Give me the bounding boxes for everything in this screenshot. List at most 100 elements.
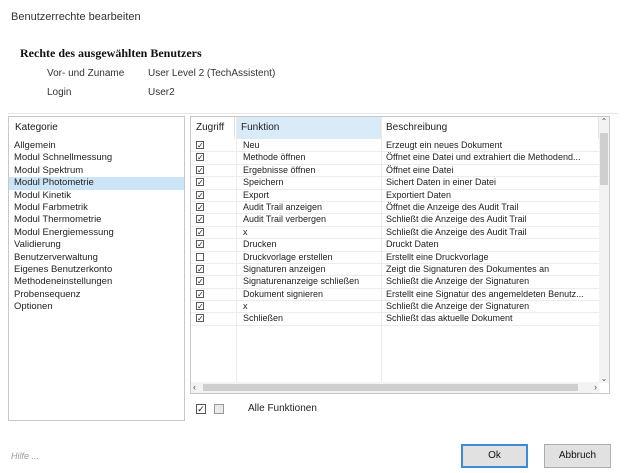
function-cell: Methode öffnen: [243, 152, 306, 163]
description-cell: Schließt die Anzeige des Audit Trail: [386, 214, 527, 225]
access-checkbox[interactable]: ✓: [196, 190, 204, 199]
category-item[interactable]: Eigenes Benutzerkonto: [9, 264, 184, 276]
table-row[interactable]: ✓ Methode öffnen Öffnet eine Datei und ext…: [191, 152, 599, 165]
description-cell: Exportiert Daten: [386, 189, 452, 200]
description-cell: Schließt die Anzeige des Audit Trail: [386, 226, 527, 237]
category-item[interactable]: Validierung: [9, 239, 184, 251]
function-cell: Schließen: [243, 313, 284, 324]
category-item[interactable]: Benutzerverwaltung: [9, 252, 184, 264]
function-cell: Druckvorlage erstellen: [243, 251, 333, 262]
category-list[interactable]: Kategorie Allgemein Modul Schnellmessung M…: [8, 116, 185, 421]
description-cell: Schließt die Anzeige der Signaturen: [386, 276, 530, 287]
table-row[interactable]: ✓ Dokument signieren Erstellt eine Signatu…: [191, 288, 599, 302]
function-cell: x: [243, 301, 248, 312]
category-item[interactable]: Modul Spektrum: [9, 165, 184, 177]
scroll-right-icon[interactable]: ›: [594, 382, 597, 393]
table-row[interactable]: ✓ Neu Erzeugt ein neues Dokument: [191, 140, 599, 153]
function-cell: Signaturen anzeigen: [243, 263, 326, 274]
vertical-scroll-thumb[interactable]: [600, 133, 608, 185]
help-link[interactable]: Hilfe ...: [11, 451, 39, 461]
table-row[interactable]: ✓ Speichern Sichert Daten in einer Datei: [191, 177, 599, 190]
scroll-left-icon[interactable]: ‹: [193, 382, 196, 393]
permissions-grid[interactable]: Zugriff Funktion Beschreibung ✓ Neu Erzeug…: [190, 116, 610, 394]
function-cell: Speichern: [243, 177, 284, 188]
table-row[interactable]: ✓ Ergebnisse öffnen Öffnet eine Datei: [191, 164, 599, 178]
all-functions-checkbox[interactable]: ✓: [196, 404, 206, 414]
category-item[interactable]: Modul Kinetik: [9, 190, 184, 202]
description-cell: Erstellt eine Signatur des angemeldeten …: [386, 288, 584, 299]
description-cell: Öffnet eine Datei und extrahiert die Met…: [386, 152, 581, 163]
table-row[interactable]: ✓ Signaturenanzeige schließen Schließt die…: [191, 276, 599, 289]
function-cell: Drucken: [243, 239, 277, 250]
table-row[interactable]: ✓ Export Exportiert Daten: [191, 190, 599, 202]
scroll-up-icon[interactable]: ⌃: [599, 117, 609, 126]
category-item[interactable]: Optionen: [9, 301, 184, 313]
table-row[interactable]: ✓ Schließen Schließt das aktuelle Dokument: [191, 313, 599, 326]
section-title: Rechte des ausgewählten Benutzers: [20, 46, 202, 60]
access-checkbox[interactable]: ✓: [196, 264, 204, 273]
function-cell: Audit Trail verbergen: [243, 214, 327, 225]
category-item[interactable]: Modul Thermometrie: [9, 214, 184, 226]
access-checkbox[interactable]: ✓: [196, 277, 204, 286]
name-label: Vor- und Zuname: [47, 68, 125, 79]
access-checkbox[interactable]: ✓: [196, 227, 204, 236]
table-row[interactable]: ✓ Audit Trail anzeigen Öffnet die Anzeige …: [191, 201, 599, 215]
access-checkbox[interactable]: ✓: [196, 153, 204, 162]
column-header-description[interactable]: Beschreibung: [381, 117, 599, 139]
category-item[interactable]: Modul Energiemessung: [9, 227, 184, 239]
category-items: Allgemein Modul Schnellmessung Modul Spekt…: [9, 140, 184, 313]
category-item[interactable]: Modul Farbmetrik: [9, 202, 184, 214]
description-cell: Erstellt eine Druckvorlage: [386, 251, 489, 262]
access-checkbox[interactable]: ✓: [196, 215, 204, 224]
all-functions-checkbox-disabled[interactable]: [214, 404, 224, 414]
description-cell: Druckt Daten: [386, 239, 439, 250]
description-cell: Öffnet die Anzeige des Audit Trail: [386, 201, 519, 212]
access-checkbox[interactable]: [196, 252, 204, 261]
access-checkbox[interactable]: ✓: [196, 165, 204, 174]
category-item[interactable]: Methodeneinstellungen: [9, 276, 184, 288]
description-cell: Zeigt die Signaturen des Dokumentes an: [386, 263, 550, 274]
access-checkbox[interactable]: ✓: [196, 314, 204, 323]
function-cell: Ergebnisse öffnen: [243, 164, 316, 175]
description-cell: Öffnet eine Datei: [386, 164, 454, 175]
function-cell: Neu: [243, 140, 260, 150]
vertical-scrollbar[interactable]: ⌃ ⌄: [599, 117, 609, 383]
description-cell: Schließt das aktuelle Dokument: [386, 313, 513, 324]
access-checkbox[interactable]: ✓: [196, 141, 204, 150]
column-header-function[interactable]: Funktion: [236, 117, 381, 139]
table-row[interactable]: ✓ Audit Trail verbergen Schließt die Anzei…: [191, 214, 599, 227]
login-value: User2: [148, 87, 175, 98]
window-title: Benutzerrechte bearbeiten: [11, 11, 141, 23]
category-item[interactable]: Modul Schnellmessung: [9, 152, 184, 164]
access-checkbox[interactable]: ✓: [196, 240, 204, 249]
function-cell: Signaturenanzeige schließen: [243, 276, 360, 287]
description-cell: Schließt die Anzeige der Signaturen: [386, 301, 530, 312]
table-row[interactable]: ✓ Signaturen anzeigen Zeigt die Signaturen…: [191, 263, 599, 277]
category-item[interactable]: Probensequenz: [9, 289, 184, 301]
function-cell: Export: [243, 189, 270, 200]
access-checkbox[interactable]: ✓: [196, 202, 204, 211]
all-functions-label: Alle Funktionen: [248, 403, 317, 414]
function-cell: Audit Trail anzeigen: [243, 201, 323, 212]
horizontal-scrollbar[interactable]: ‹ ›: [191, 382, 599, 393]
category-item[interactable]: Modul Photometrie: [9, 177, 184, 190]
scroll-down-icon[interactable]: ⌄: [599, 374, 609, 383]
description-cell: Erzeugt ein neues Dokument: [386, 140, 503, 150]
horizontal-scroll-thumb[interactable]: [203, 384, 578, 391]
cancel-button[interactable]: Abbruch: [544, 444, 611, 468]
table-row[interactable]: ✓ x Schließt die Anzeige der Signaturen: [191, 301, 599, 314]
column-header-access[interactable]: Zugriff: [191, 117, 235, 139]
grid-rows: ✓ Neu Erzeugt ein neues Dokument ✓ Methode ö…: [191, 140, 599, 326]
table-row[interactable]: ✓ x Schließt die Anzeige des Audit Trail: [191, 226, 599, 240]
description-cell: Sichert Daten in einer Datei: [386, 177, 497, 188]
table-row[interactable]: ✓ Drucken Druckt Daten: [191, 239, 599, 252]
name-value: User Level 2 (TechAssistent): [148, 68, 276, 79]
category-header: Kategorie: [15, 122, 58, 133]
category-item[interactable]: Allgemein: [9, 140, 184, 152]
ok-button[interactable]: Ok: [461, 444, 528, 468]
access-checkbox[interactable]: ✓: [196, 302, 204, 311]
login-label: Login: [47, 87, 72, 98]
access-checkbox[interactable]: ✓: [196, 289, 204, 298]
table-row[interactable]: Druckvorlage erstellen Erstellt eine Druc…: [191, 252, 599, 264]
access-checkbox[interactable]: ✓: [196, 178, 204, 187]
